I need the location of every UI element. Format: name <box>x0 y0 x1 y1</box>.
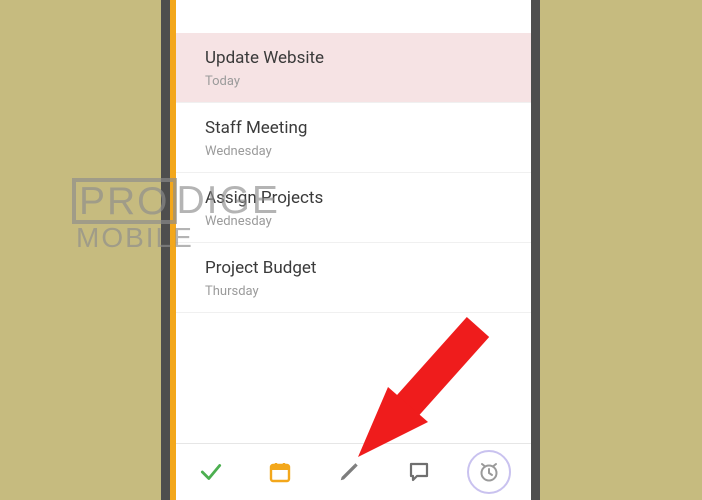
calendar-icon[interactable] <box>259 451 301 493</box>
task-list: Update Website Today Staff Meeting Wedne… <box>170 0 531 443</box>
task-title: Assign Projects <box>205 188 521 208</box>
check-icon[interactable] <box>190 451 232 493</box>
task-item[interactable]: Update Website Today <box>170 33 531 103</box>
clock-icon[interactable] <box>467 450 511 494</box>
task-item[interactable]: Staff Meeting Wednesday <box>170 103 531 173</box>
pencil-icon[interactable] <box>328 451 370 493</box>
phone-frame: Update Website Today Staff Meeting Wedne… <box>161 0 540 500</box>
task-subtitle: Thursday <box>205 284 521 299</box>
accent-strip <box>170 0 176 500</box>
task-item[interactable]: Project Budget Thursday <box>170 243 531 313</box>
task-title: Staff Meeting <box>205 118 521 138</box>
task-subtitle: Wednesday <box>205 214 521 229</box>
task-subtitle: Wednesday <box>205 144 521 159</box>
task-title: Project Budget <box>205 258 521 278</box>
task-title: Update Website <box>205 48 521 68</box>
task-item[interactable]: Assign Projects Wednesday <box>170 173 531 243</box>
app-screen: Update Website Today Staff Meeting Wedne… <box>170 0 531 500</box>
task-subtitle: Today <box>205 74 521 89</box>
bottom-toolbar <box>170 443 531 500</box>
comment-icon[interactable] <box>398 451 440 493</box>
